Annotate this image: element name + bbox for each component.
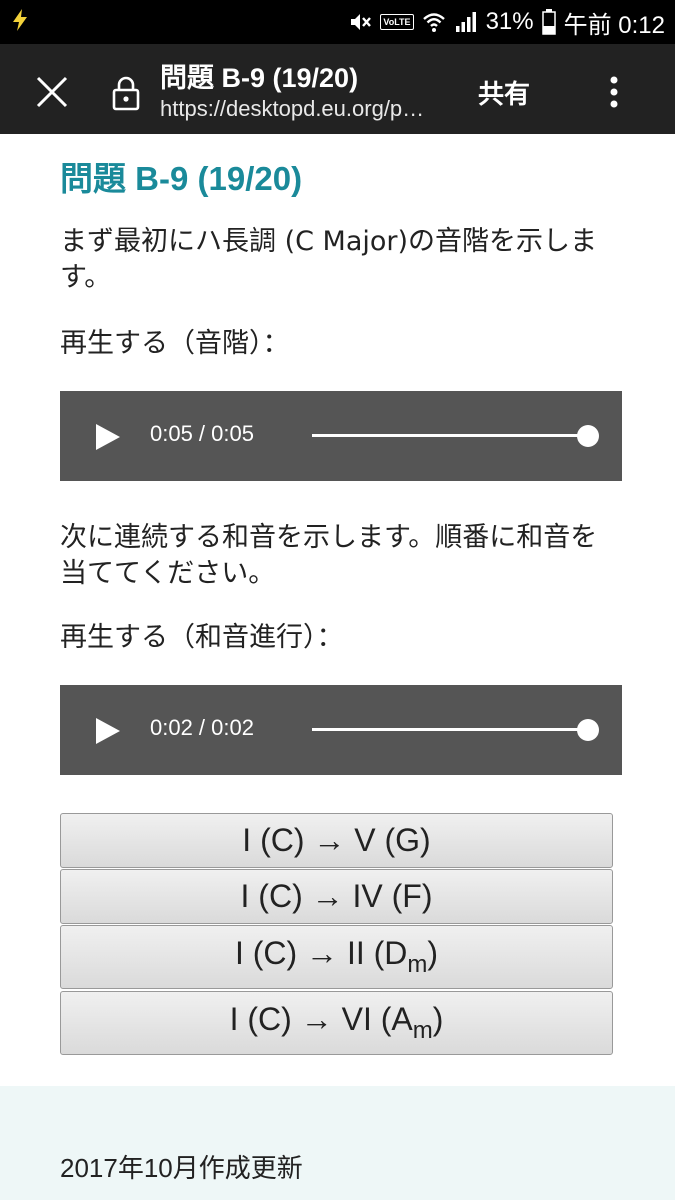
status-icons: VoLTE 31% 午前 0:12 bbox=[348, 0, 665, 44]
choice-label: I (C) → IV (F) bbox=[240, 878, 433, 914]
battery-icon bbox=[541, 9, 556, 35]
seek-knob[interactable] bbox=[577, 719, 599, 741]
chords-intro-text: 次に連続する和音を示します。順番に和音を当ててください。 bbox=[60, 522, 598, 589]
audio-player-scale: 0:05 / 0:05 bbox=[60, 391, 622, 481]
choice-label: I (C) → VI (Am) bbox=[229, 1001, 444, 1044]
play-icon[interactable] bbox=[96, 718, 120, 744]
mute-icon bbox=[351, 14, 372, 30]
choice-label: I (C) → V (G) bbox=[242, 822, 431, 858]
choice-button-1[interactable]: I (C) → V (G) bbox=[60, 813, 613, 868]
play-scale-label: 再生する（音階）： bbox=[60, 328, 290, 359]
time-display: 0:05 / 0:05 bbox=[150, 421, 254, 446]
volte-badge: VoLTE bbox=[380, 14, 414, 30]
seek-bar[interactable] bbox=[312, 719, 599, 741]
footer-date: 2017年10月作成更新 bbox=[60, 1153, 303, 1183]
browser-toolbar: 問題 B-9 (19/20) https://desktopd.eu.org/p… bbox=[0, 44, 675, 134]
seek-knob[interactable] bbox=[577, 425, 599, 447]
page-url[interactable]: https://desktopd.eu.org/p… bbox=[160, 96, 425, 122]
clock: 午前 0:12 bbox=[563, 11, 665, 39]
intro-text: まず最初にハ長調 (C Major)の音階を示します。 bbox=[60, 226, 598, 293]
choice-label: I (C) → II (Dm) bbox=[234, 935, 439, 978]
seek-bar[interactable] bbox=[312, 425, 599, 447]
lock-icon bbox=[112, 76, 140, 111]
wifi-icon bbox=[422, 13, 445, 32]
play-chords-label: 再生する（和音進行）： bbox=[60, 622, 344, 653]
time-display: 0:02 / 0:02 bbox=[150, 715, 254, 740]
footer: 2017年10月作成更新 bbox=[0, 1086, 675, 1200]
close-icon[interactable] bbox=[28, 68, 76, 116]
choice-button-2[interactable]: I (C) → IV (F) bbox=[60, 869, 613, 924]
audio-player-chords: 0:02 / 0:02 bbox=[60, 685, 622, 775]
signal-icon bbox=[455, 12, 476, 32]
question-heading: 問題 B-9 (19/20) bbox=[60, 160, 303, 197]
status-bar: VoLTE 31% 午前 0:12 bbox=[0, 0, 675, 44]
page-title: 問題 B-9 (19/20) bbox=[160, 63, 359, 93]
more-options-icon[interactable] bbox=[600, 74, 628, 110]
play-icon[interactable] bbox=[96, 424, 120, 450]
choice-button-3[interactable]: I (C) → II (Dm) bbox=[60, 925, 613, 989]
choice-button-4[interactable]: I (C) → VI (Am) bbox=[60, 991, 613, 1055]
charging-bolt-icon bbox=[13, 9, 27, 31]
share-button[interactable]: 共有 bbox=[478, 74, 530, 111]
battery-percent: 31% bbox=[485, 8, 534, 35]
